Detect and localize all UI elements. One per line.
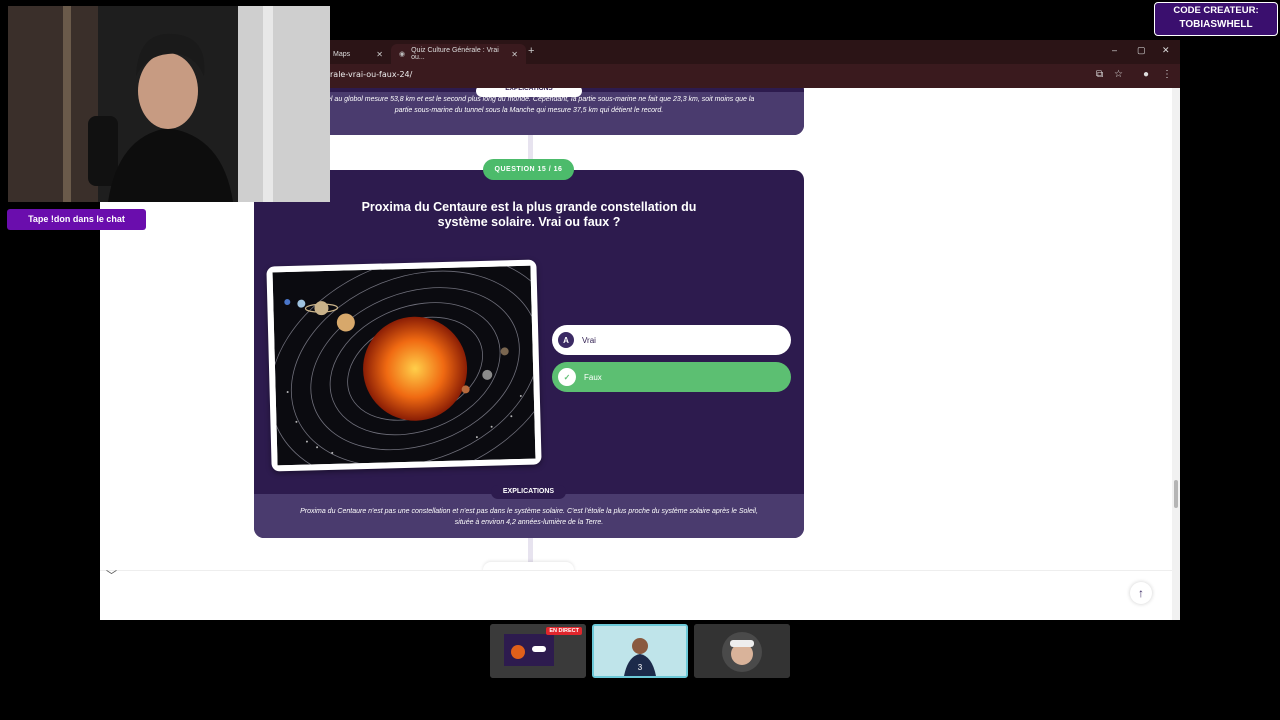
question-counter-badge: QUESTION 15 / 16 (483, 159, 574, 180)
svg-text:3: 3 (638, 663, 643, 672)
explanations-header: EXPLICATIONS (491, 485, 566, 499)
url-field[interactable]: rale-vrai-ou-faux-24/ (330, 70, 412, 79)
option-label: Vrai (582, 335, 596, 345)
thumbnail-image: 3 (594, 626, 686, 676)
live-badge: EN DIRECT (546, 627, 582, 635)
browser-menu-icon[interactable]: ⋮ (1162, 69, 1172, 80)
creator-code-badge: CODE CREATEUR: TOBIASWHELL (1154, 2, 1278, 36)
stream-thumbnail-player[interactable]: 3 (592, 624, 688, 678)
stream-thumbnail-live[interactable]: EN DIRECT (490, 624, 586, 678)
profile-avatar-icon[interactable]: ● (1143, 69, 1149, 80)
solar-system-image (266, 259, 542, 472)
solar-system-illustration (272, 265, 536, 466)
option-label: Faux (584, 372, 602, 382)
timeline-connector (528, 538, 533, 563)
checkmark-icon: ✓ (558, 368, 576, 386)
answer-option-vrai[interactable]: A Vrai (552, 325, 791, 355)
tab-label: Maps (333, 50, 351, 58)
chat-prompt-banner: Tape !don dans le chat (7, 209, 146, 230)
thumbnail-image (694, 624, 790, 678)
stream-thumbnail-person[interactable] (694, 624, 790, 678)
minimize-icon[interactable]: – (1112, 45, 1117, 55)
new-tab-icon[interactable]: + (528, 45, 534, 57)
previous-question-card: EXPLICATIONS Le tunnel au globol mesure … (254, 88, 804, 135)
streamer-webcam-image (8, 6, 330, 202)
timeline-connector (528, 135, 533, 160)
chevron-down-icon[interactable]: ﹀ (106, 567, 117, 583)
page-footer-bar (100, 570, 1172, 620)
mouse-cursor (233, 307, 237, 317)
bookmark-star-icon[interactable]: ☆ (1114, 69, 1123, 80)
explanation-text: Le tunnel au globol mesure 53,8 km et es… (303, 96, 755, 114)
page-scrollbar[interactable] (1172, 88, 1180, 620)
scroll-to-top-button[interactable]: ↑ (1130, 582, 1152, 604)
question-title: Proxima du Centaure est la plus grande c… (361, 200, 697, 229)
close-window-icon[interactable]: ✕ (1162, 45, 1170, 56)
question-card: Proxima du Centaure est la plus grande c… (254, 170, 804, 538)
scrollbar-thumb[interactable] (1174, 480, 1178, 508)
option-marker-a: A (558, 332, 574, 348)
install-app-icon[interactable]: ⧉ (1096, 69, 1103, 80)
creator-code-value: TOBIASWHELL (1179, 19, 1253, 30)
explanation-text: Proxima du Centaure n'est pas une conste… (300, 508, 758, 526)
tab-quiz[interactable]: ◉ Quiz Culture Générale : Vrai ou... ✕ (391, 44, 526, 64)
restore-icon[interactable]: ▢ (1137, 45, 1146, 56)
webcam-feed (8, 6, 330, 202)
quiz-favicon-icon: ◉ (399, 51, 406, 58)
creator-code-label: CODE CREATEUR: (1173, 5, 1259, 16)
tab-maps[interactable]: Maps ✕ (325, 44, 391, 64)
tab-label: Quiz Culture Générale : Vrai ou... (411, 47, 499, 61)
close-tab-icon[interactable]: ✕ (511, 50, 518, 59)
close-tab-icon[interactable]: ✕ (376, 50, 383, 59)
answer-option-faux[interactable]: ✓ Faux (552, 362, 791, 392)
